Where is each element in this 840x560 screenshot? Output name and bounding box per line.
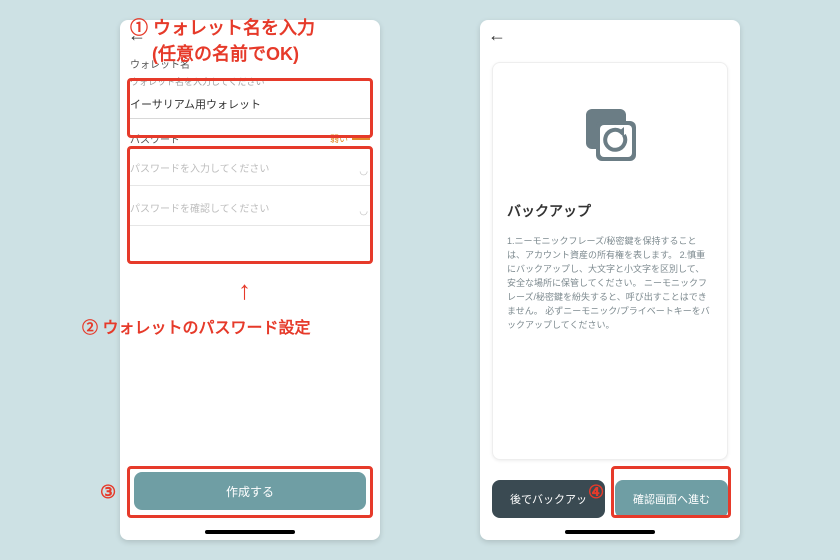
annotation-2: ② ウォレットのパスワード設定 [82, 314, 310, 338]
bottom-button-row: 後でバックアッ 確認画面へ進む [492, 480, 728, 518]
home-indicator [565, 530, 655, 534]
create-button[interactable]: 作成する [134, 472, 366, 510]
annotation-1-line1: ウォレット名を入力 [153, 18, 315, 38]
annotation-4: ④ [588, 482, 604, 503]
annotation-1-number: ① [130, 18, 148, 38]
password-placeholder: パスワードを入力してください [130, 164, 269, 175]
annotation-1-line2: (任意の名前でOK) [152, 40, 315, 66]
annotation-1: ① ウォレット名を入力 (任意の名前でOK) [130, 14, 315, 66]
annotation-4-number: ④ [588, 482, 604, 502]
backup-body: 1.ニーモニックフレーズ/秘密鍵を保持することは、アカウント資産の所有権を表しま… [507, 235, 713, 333]
eye-icon[interactable]: ◡ [359, 206, 368, 217]
proceed-button-label: 確認画面へ進む [633, 491, 710, 507]
annotation-2-number: ② [82, 320, 98, 337]
backup-icon [507, 101, 713, 173]
password-strength: 弱い [330, 132, 370, 145]
wallet-name-input[interactable]: イーサリアム用ウォレット [130, 92, 370, 119]
right-topbar: ← [480, 20, 740, 50]
proceed-button[interactable]: 確認画面へ進む [615, 480, 728, 518]
later-button-label: 後でバックアッ [510, 491, 587, 507]
annotation-3: ③ [100, 482, 116, 503]
back-icon[interactable]: ← [488, 25, 506, 46]
home-indicator [205, 530, 295, 534]
backup-title: バックアップ [507, 201, 713, 221]
create-button-label: 作成する [226, 483, 274, 500]
annotation-3-number: ③ [100, 482, 116, 502]
up-arrow-icon: ↑ [238, 275, 251, 306]
password-confirm-placeholder: パスワードを確認してください [130, 204, 269, 215]
password-label: パスワード [130, 131, 180, 146]
eye-icon[interactable]: ◡ [359, 166, 368, 177]
backup-card: バックアップ 1.ニーモニックフレーズ/秘密鍵を保持することは、アカウント資産の… [492, 62, 728, 460]
strength-bar-icon [352, 137, 370, 140]
wallet-name-hint: ウォレット名を入力してください [120, 73, 380, 92]
password-strength-text: 弱い [330, 132, 348, 145]
annotation-2-text: ウォレットのパスワード設定 [102, 320, 310, 337]
password-input[interactable]: パスワードを入力してください ◡ [130, 152, 370, 186]
right-phone-frame: ← バックアップ 1.ニーモニックフレーズ/秘密鍵を保持することは、アカウント資… [480, 20, 740, 540]
password-confirm-input[interactable]: パスワードを確認してください ◡ [130, 192, 370, 226]
password-section: パスワード 弱い パスワードを入力してください ◡ パスワードを確認してください… [120, 125, 380, 226]
